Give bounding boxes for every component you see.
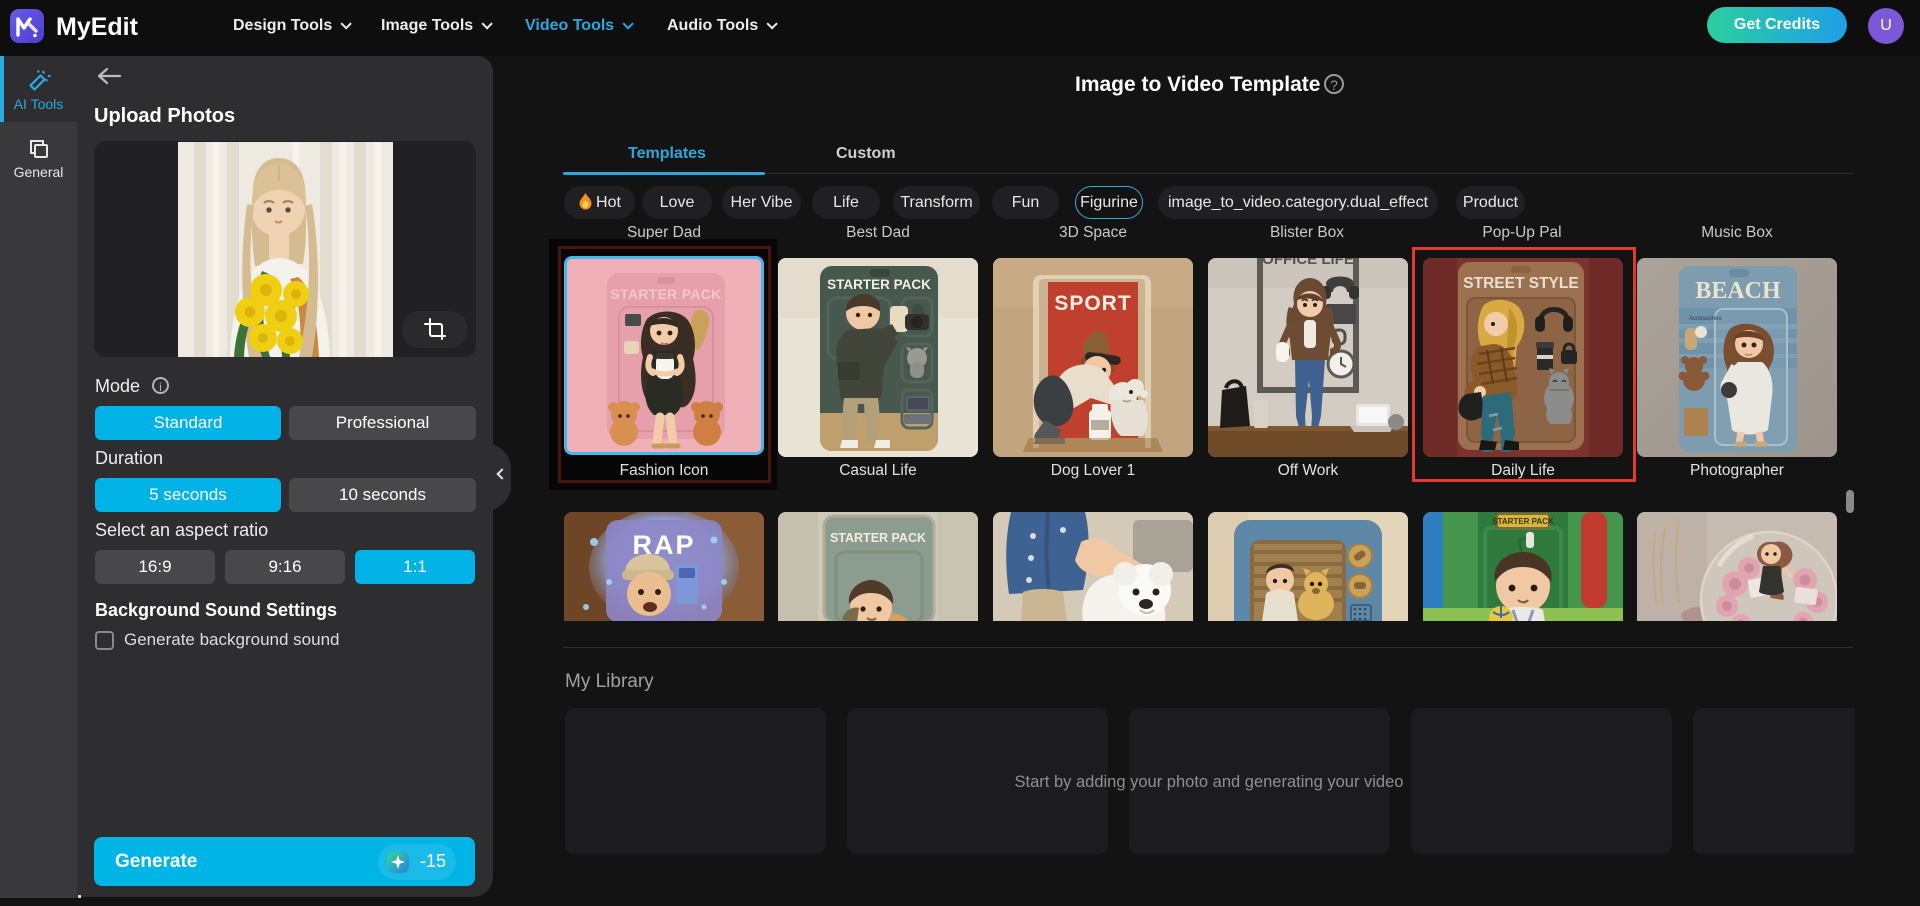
svg-text:OFFICE LIFE: OFFICE LIFE xyxy=(1262,258,1354,268)
svg-text:STARTER PACK: STARTER PACK xyxy=(610,286,721,302)
svg-text:SPORT: SPORT xyxy=(1054,292,1131,315)
svg-text:STARTER PACK: STARTER PACK xyxy=(827,277,931,292)
svg-text:Accessories: Accessories xyxy=(1689,316,1721,322)
svg-text:BEACH: BEACH xyxy=(1695,278,1781,304)
svg-text:STARTER PACK: STARTER PACK xyxy=(830,531,926,545)
svg-text:STARTER PACK: STARTER PACK xyxy=(1492,517,1554,526)
